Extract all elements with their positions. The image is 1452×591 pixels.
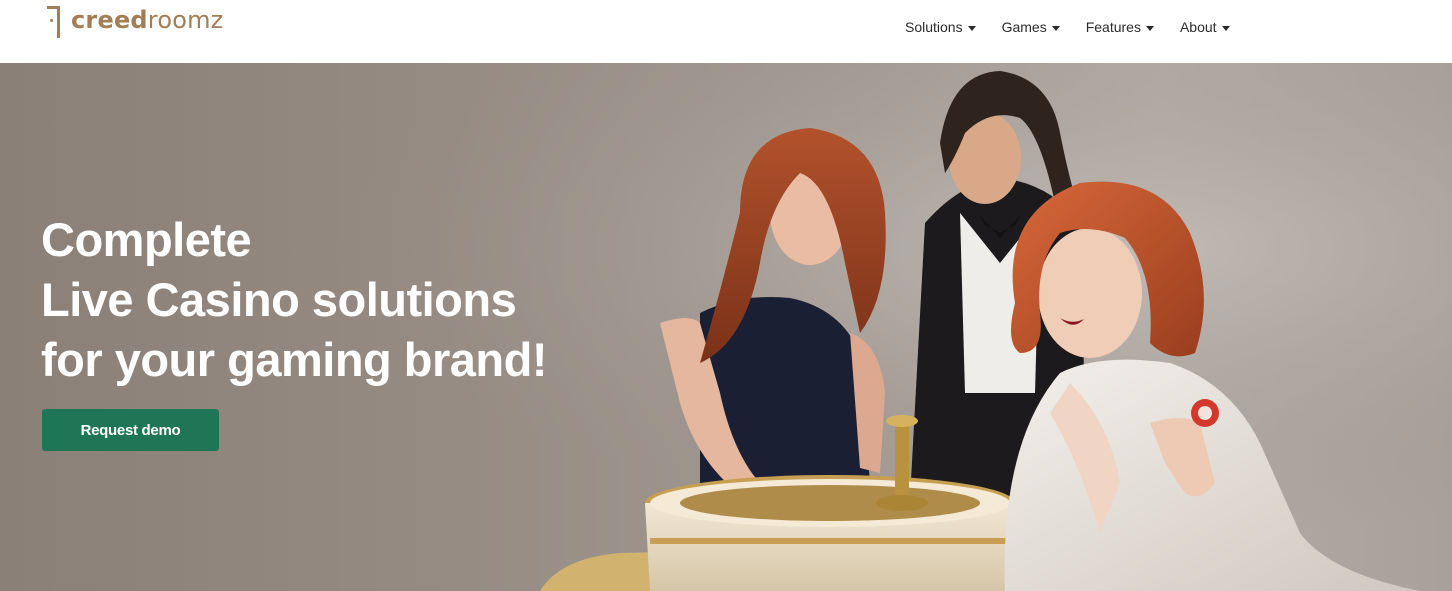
hero-headline: Complete Live Casino solutions for your …	[41, 210, 661, 390]
nav-item-label: Features	[1085, 19, 1141, 35]
nav-item-features[interactable]: Features	[1086, 19, 1154, 35]
caret-down-icon	[967, 25, 976, 31]
caret-down-icon	[1145, 25, 1154, 31]
logo-wordmark: creedroomz	[71, 6, 224, 34]
nav-item-solutions[interactable]: Solutions	[905, 19, 976, 35]
caret-down-icon	[1051, 25, 1060, 31]
nav-item-games[interactable]: Games	[1002, 19, 1060, 35]
site-header: creedroomz Solutions Games Features Abou…	[0, 0, 1452, 63]
nav-item-label: About	[1179, 19, 1217, 35]
request-demo-button[interactable]: Request demo	[42, 409, 219, 451]
headline-line-3: for your gaming brand!	[41, 333, 548, 386]
main-nav: Solutions Games Features About	[905, 17, 1256, 37]
nav-item-label: Solutions	[905, 19, 963, 35]
nav-item-label: Games	[1001, 19, 1047, 35]
headline-line-1: Complete	[41, 213, 252, 266]
hero-banner: Complete Live Casino solutions for your …	[0, 63, 1452, 591]
logo-mark-icon	[44, 2, 62, 38]
headline-line-2: Live Casino solutions	[41, 273, 517, 326]
creedroomz-logo[interactable]: creedroomz	[44, 2, 223, 40]
nav-item-about[interactable]: About	[1180, 19, 1230, 35]
caret-down-icon	[1221, 25, 1230, 31]
